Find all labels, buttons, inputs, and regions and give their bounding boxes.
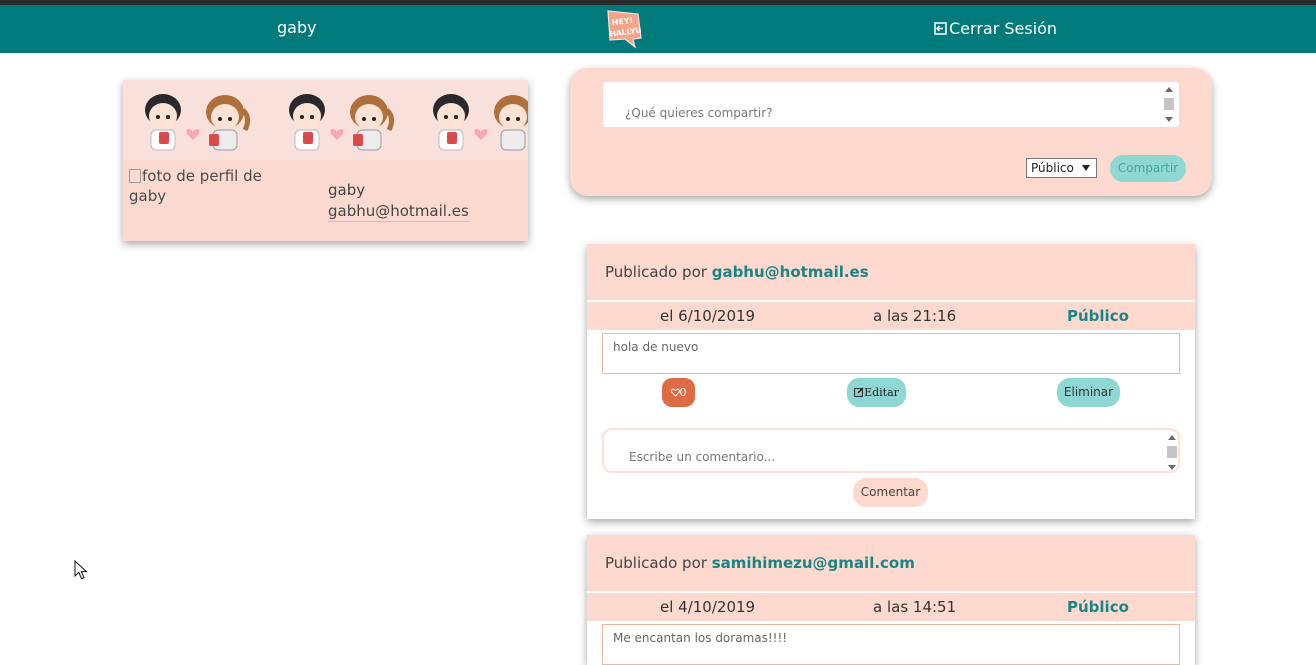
logout-button[interactable]: Cerrar Sesión <box>934 19 1057 38</box>
post-time: a las 21:16 <box>873 307 957 325</box>
post-author[interactable]: gabhu@hotmail.es <box>712 263 869 281</box>
post-content: Me encantan los doramas!!!! <box>602 624 1180 665</box>
comment-button[interactable]: Comentar <box>853 478 928 507</box>
post-privacy: Público <box>1067 598 1129 616</box>
profile-photo-alt-text: foto de perfil de gaby <box>129 167 262 205</box>
comment-scrollbar[interactable] <box>1167 432 1177 473</box>
edit-icon <box>854 387 864 397</box>
edit-button[interactable]: Editar <box>847 378 906 407</box>
broken-image-icon <box>129 169 141 183</box>
mouse-cursor-icon <box>74 560 88 580</box>
scroll-up-icon[interactable] <box>1168 435 1176 440</box>
scroll-thumb[interactable] <box>1167 446 1177 458</box>
like-button[interactable]: 0 <box>662 378 695 407</box>
post-byline: Publicado por gabhu@hotmail.es <box>605 263 869 281</box>
scroll-up-icon[interactable] <box>1165 87 1173 92</box>
composer-placeholder: ¿Qué quieres compartir? <box>625 106 773 120</box>
profile-photo-broken: foto de perfil de gaby <box>129 166 279 206</box>
post-header: Publicado por samihimezu@gmail.com <box>587 535 1195 591</box>
post-meta: el 4/10/2019 a las 14:51 Público <box>587 593 1195 621</box>
heart-icon <box>670 388 680 397</box>
scroll-thumb[interactable] <box>1164 98 1174 110</box>
profile-banner <box>123 80 528 160</box>
chibi-couple-image <box>289 94 395 151</box>
post-meta: el 6/10/2019 a las 21:16 Público <box>587 302 1195 330</box>
chibi-couple-image <box>433 94 528 151</box>
caret-down-icon <box>1082 165 1090 171</box>
post-card: Publicado por samihimezu@gmail.com el 4/… <box>587 535 1195 665</box>
post-privacy: Público <box>1067 307 1129 325</box>
privacy-select-value: Público <box>1031 161 1074 175</box>
delete-button[interactable]: Eliminar <box>1057 378 1120 407</box>
post-author[interactable]: samihimezu@gmail.com <box>712 554 915 572</box>
post-by-label: Publicado por <box>605 263 707 281</box>
post-date: el 6/10/2019 <box>660 307 756 325</box>
post-time: a las 14:51 <box>873 598 957 616</box>
scroll-down-icon[interactable] <box>1168 465 1176 470</box>
logout-label: Cerrar Sesión <box>949 19 1058 38</box>
share-button[interactable]: Compartir <box>1110 155 1186 182</box>
profile-email: gabhu@hotmail.es <box>328 202 469 222</box>
post-header: Publicado por gabhu@hotmail.es <box>587 244 1195 300</box>
nav-username[interactable]: gaby <box>277 18 317 37</box>
privacy-select[interactable]: Público <box>1026 158 1097 178</box>
chibi-couple-image <box>145 94 251 151</box>
profile-card: foto de perfil de gaby gaby gabhu@hotmai… <box>123 80 528 241</box>
like-count: 0 <box>679 386 687 399</box>
post-byline: Publicado por samihimezu@gmail.com <box>605 554 915 572</box>
composer-scrollbar[interactable] <box>1164 84 1174 125</box>
post-date: el 4/10/2019 <box>660 598 756 616</box>
logout-icon <box>934 22 947 35</box>
post-by-label: Publicado por <box>605 554 707 572</box>
post-composer: ¿Qué quieres compartir? Público Comparti… <box>570 68 1212 196</box>
scroll-down-icon[interactable] <box>1165 117 1173 122</box>
post-card: Publicado por gabhu@hotmail.es el 6/10/2… <box>587 244 1195 519</box>
profile-name: gaby <box>328 181 366 199</box>
post-content: hola de nuevo <box>602 333 1180 374</box>
edit-label: Editar <box>864 386 899 399</box>
composer-textarea[interactable]: ¿Qué quieres compartir? <box>603 82 1179 127</box>
comment-placeholder: Escribe un comentario... <box>629 450 776 464</box>
hey-hallyu-logo[interactable]: HEY! HALLYU <box>605 8 643 50</box>
comment-textarea[interactable]: Escribe un comentario... <box>602 428 1180 473</box>
top-navbar: gaby HEY! HALLYU Cerrar Sesión <box>0 5 1316 53</box>
